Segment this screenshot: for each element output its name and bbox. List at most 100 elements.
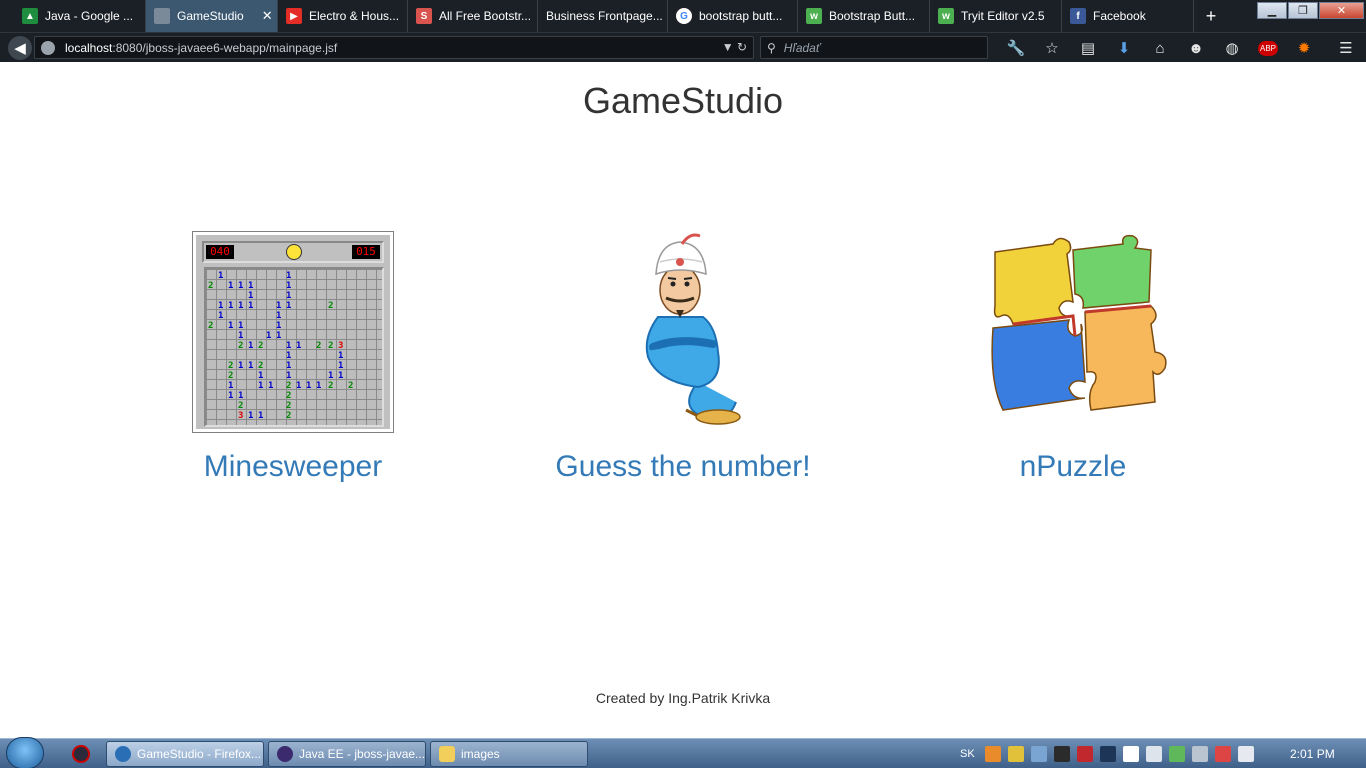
window-controls: ▁ ❐ ✕ <box>1256 2 1364 19</box>
svg-text:1: 1 <box>228 301 233 311</box>
tab-business-frontpage[interactable]: Business Frontpage... <box>538 0 668 32</box>
w3-icon: w <box>806 8 822 24</box>
globe-addon-icon[interactable]: ◍ <box>1214 37 1250 59</box>
svg-text:1: 1 <box>316 381 321 391</box>
svg-text:1: 1 <box>248 361 253 371</box>
url-dropdown-reload-icons[interactable]: ▼ ↻ <box>722 40 747 54</box>
tray-media-icon[interactable] <box>1053 746 1070 762</box>
svg-text:1: 1 <box>238 391 243 401</box>
taskbar-item-firefox[interactable]: GameStudio - Firefox... <box>106 741 264 767</box>
svg-text:2: 2 <box>316 341 321 351</box>
tray-monitor-icon[interactable] <box>1099 746 1116 762</box>
tray-warning-icon[interactable] <box>1007 746 1024 762</box>
svg-text:1: 1 <box>286 281 291 291</box>
tray-flag-icon[interactable] <box>1214 746 1231 762</box>
tab-facebook[interactable]: f Facebook <box>1062 0 1194 32</box>
svg-text:1: 1 <box>228 381 233 391</box>
wrench-icon[interactable]: 🔧 <box>998 37 1034 59</box>
bookmark-star-icon[interactable]: ☆ <box>1034 37 1070 59</box>
tab-label: Facebook <box>1093 9 1146 23</box>
facebook-icon: f <box>1070 8 1086 24</box>
svg-text:1: 1 <box>306 381 311 391</box>
svg-text:1: 1 <box>266 331 271 341</box>
download-arrow-icon[interactable]: ⬇ <box>1106 37 1142 59</box>
tab-bootstrap-buttons-w3[interactable]: w Bootstrap Butt... <box>798 0 930 32</box>
reading-list-icon[interactable]: ▤ <box>1070 37 1106 59</box>
adblock-icon[interactable]: ABP <box>1250 37 1286 59</box>
tab-java-google[interactable]: ▲ Java - Google ... <box>14 0 146 32</box>
system-clock[interactable]: 2:01 PM <box>1290 747 1335 761</box>
eclipse-icon <box>277 746 293 762</box>
guess-the-number-link[interactable]: Guess the number! <box>533 450 833 484</box>
svg-text:1: 1 <box>338 371 343 381</box>
address-bar[interactable]: localhost :8080/jboss-javaee6-webapp/mai… <box>34 36 754 59</box>
quick-launch-icon[interactable] <box>72 745 90 763</box>
firebug-icon[interactable]: ✹ <box>1286 37 1322 59</box>
search-input[interactable]: ⚲ Hľadať <box>760 36 988 59</box>
svg-text:2: 2 <box>238 341 243 351</box>
taskbar-item-label: images <box>461 747 500 761</box>
new-tab-button[interactable]: + <box>1198 0 1224 32</box>
svg-text:2: 2 <box>286 401 291 411</box>
minesweeper-board-image: 040 015 11 21111 11 1111112 11 2111 111 … <box>192 231 394 433</box>
svg-text:1: 1 <box>276 331 281 341</box>
minesweeper-thumbnail-link[interactable]: 040 015 11 21111 11 1111112 11 2111 111 … <box>143 231 443 433</box>
home-icon[interactable]: ⌂ <box>1142 37 1178 59</box>
menu-hamburger-icon[interactable]: ☰ <box>1328 37 1364 59</box>
revealed-numbers: 11 21111 11 1111112 11 2111 111 21211223… <box>208 271 353 421</box>
svg-text:1: 1 <box>258 371 263 381</box>
tab-bootstrap-buttons-google[interactable]: G bootstrap butt... <box>668 0 798 32</box>
close-tab-icon[interactable]: ✕ <box>262 8 273 24</box>
smiley-face-icon <box>286 244 302 260</box>
svg-text:2: 2 <box>348 381 353 391</box>
tray-device-icon[interactable] <box>1122 746 1139 762</box>
close-window-button[interactable]: ✕ <box>1319 2 1364 19</box>
svg-text:2: 2 <box>258 361 263 371</box>
game-card-minesweeper: 040 015 11 21111 11 1111112 11 2111 111 … <box>143 231 443 484</box>
npuzzle-thumbnail-link[interactable] <box>923 232 1223 432</box>
firefox-icon <box>115 746 131 762</box>
maximize-button[interactable]: ❐ <box>1288 2 1318 19</box>
tab-label: All Free Bootstr... <box>439 9 532 23</box>
svg-text:3: 3 <box>338 341 343 351</box>
svg-text:1: 1 <box>218 311 223 321</box>
svg-text:1: 1 <box>268 381 273 391</box>
tray-antivirus-icon[interactable] <box>1076 746 1093 762</box>
back-arrow-icon[interactable]: ◀ <box>8 36 32 60</box>
tray-network-icon[interactable] <box>1030 746 1047 762</box>
tray-app-icon[interactable] <box>984 746 1001 762</box>
taskbar-item-eclipse[interactable]: Java EE - jboss-javae... <box>268 741 426 767</box>
tab-tryit-editor[interactable]: w Tryit Editor v2.5 <box>930 0 1062 32</box>
tab-label: bootstrap butt... <box>699 9 783 23</box>
svg-text:1: 1 <box>338 361 343 371</box>
tray-display-icon[interactable] <box>1237 746 1254 762</box>
svg-text:2: 2 <box>228 371 233 381</box>
svg-text:1: 1 <box>238 331 243 341</box>
volume-icon[interactable] <box>1145 746 1162 762</box>
svg-text:1: 1 <box>238 281 243 291</box>
svg-text:1: 1 <box>258 381 263 391</box>
tab-gamestudio[interactable]: GameStudio ✕ <box>146 0 278 32</box>
tab-electro-house[interactable]: ▶ Electro & Hous... <box>278 0 408 32</box>
taskbar-item-label: GameStudio - Firefox... <box>137 747 262 761</box>
w3-icon: w <box>938 8 954 24</box>
svg-text:1: 1 <box>286 341 291 351</box>
tab-free-bootstrap[interactable]: S All Free Bootstr... <box>408 0 538 32</box>
language-indicator[interactable]: SK <box>960 748 975 760</box>
svg-text:2: 2 <box>238 401 243 411</box>
guess-number-thumbnail-link[interactable] <box>533 232 833 432</box>
search-icon: ⚲ <box>767 40 776 55</box>
minimize-button[interactable]: ▁ <box>1257 2 1287 19</box>
svg-text:1: 1 <box>248 411 253 421</box>
tray-sync-icon[interactable] <box>1168 746 1185 762</box>
start-button-windows-icon[interactable] <box>6 737 44 768</box>
tab-label: Java - Google ... <box>45 9 134 23</box>
minesweeper-link[interactable]: Minesweeper <box>143 450 443 484</box>
svg-text:2: 2 <box>328 381 333 391</box>
toolbar-icons: 🔧 ☆ ▤ ⬇ ⌂ ☻ ◍ ABP ✹ ☰ <box>998 37 1364 59</box>
tray-tool-icon[interactable] <box>1191 746 1208 762</box>
taskbar-item-images-folder[interactable]: images <box>430 741 588 767</box>
youtube-icon: ▶ <box>286 8 302 24</box>
npuzzle-link[interactable]: nPuzzle <box>923 450 1223 484</box>
chat-icon[interactable]: ☻ <box>1178 37 1214 59</box>
